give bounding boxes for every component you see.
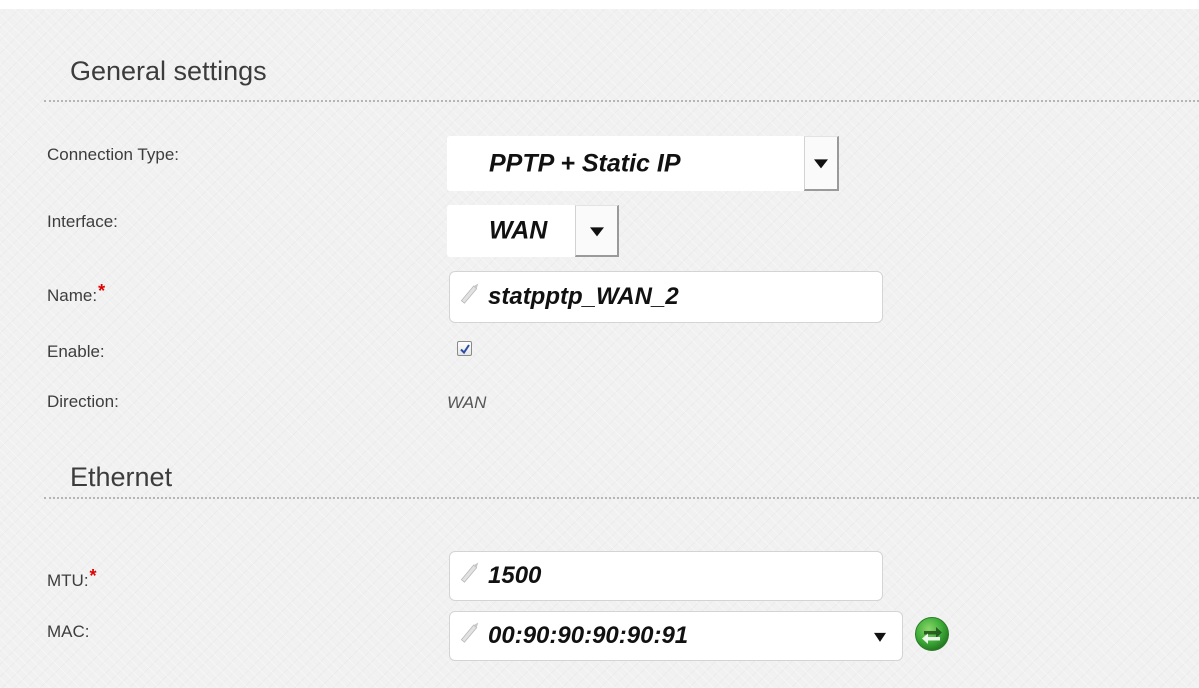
ethernet-title: Ethernet	[70, 462, 173, 492]
enable-checkbox[interactable]	[457, 341, 472, 356]
enable-label: Enable:	[47, 342, 105, 361]
connection-type-value: PPTP + Static IP	[489, 149, 681, 177]
mtu-label-text: MTU:	[47, 571, 89, 590]
mtu-value: 1500	[488, 562, 542, 589]
direction-value: WAN	[447, 393, 487, 412]
refresh-mac-button[interactable]	[914, 616, 950, 652]
section-divider	[44, 100, 1199, 102]
name-value: statpptp_WAN_2	[488, 283, 679, 310]
direction-label: Direction:	[47, 392, 119, 411]
chevron-down-icon	[814, 159, 828, 169]
mac-combobox[interactable]: 00:90:90:90:90:91	[449, 611, 903, 661]
mtu-input[interactable]: 1500	[449, 551, 883, 601]
mac-label: MAC:	[47, 622, 90, 641]
name-input[interactable]: statpptp_WAN_2	[449, 271, 883, 323]
general-settings-title: General settings	[70, 56, 267, 86]
connection-type-select[interactable]: PPTP + Static IP	[447, 136, 839, 191]
connection-type-label: Connection Type:	[47, 145, 179, 164]
connection-type-dropdown-button[interactable]	[804, 136, 839, 191]
mtu-label: MTU:*	[47, 566, 97, 591]
pencil-icon	[456, 618, 484, 655]
checkmark-icon	[460, 344, 470, 355]
section-divider	[44, 497, 1199, 499]
top-strip	[0, 0, 1199, 9]
chevron-down-icon	[589, 226, 604, 236]
interface-select[interactable]: WAN	[447, 205, 619, 257]
mac-value: 00:90:90:90:90:91	[488, 622, 689, 649]
interface-label: Interface:	[47, 212, 118, 231]
pencil-icon	[456, 558, 484, 595]
required-mark: *	[89, 566, 97, 586]
pencil-icon	[456, 279, 484, 316]
chevron-down-icon[interactable]	[874, 632, 886, 642]
refresh-arrows-icon	[915, 617, 949, 651]
required-mark: *	[98, 281, 106, 301]
name-label-text: Name:	[47, 286, 98, 305]
name-label: Name:*	[47, 281, 105, 306]
interface-dropdown-button[interactable]	[575, 205, 619, 257]
interface-value: WAN	[489, 216, 548, 245]
